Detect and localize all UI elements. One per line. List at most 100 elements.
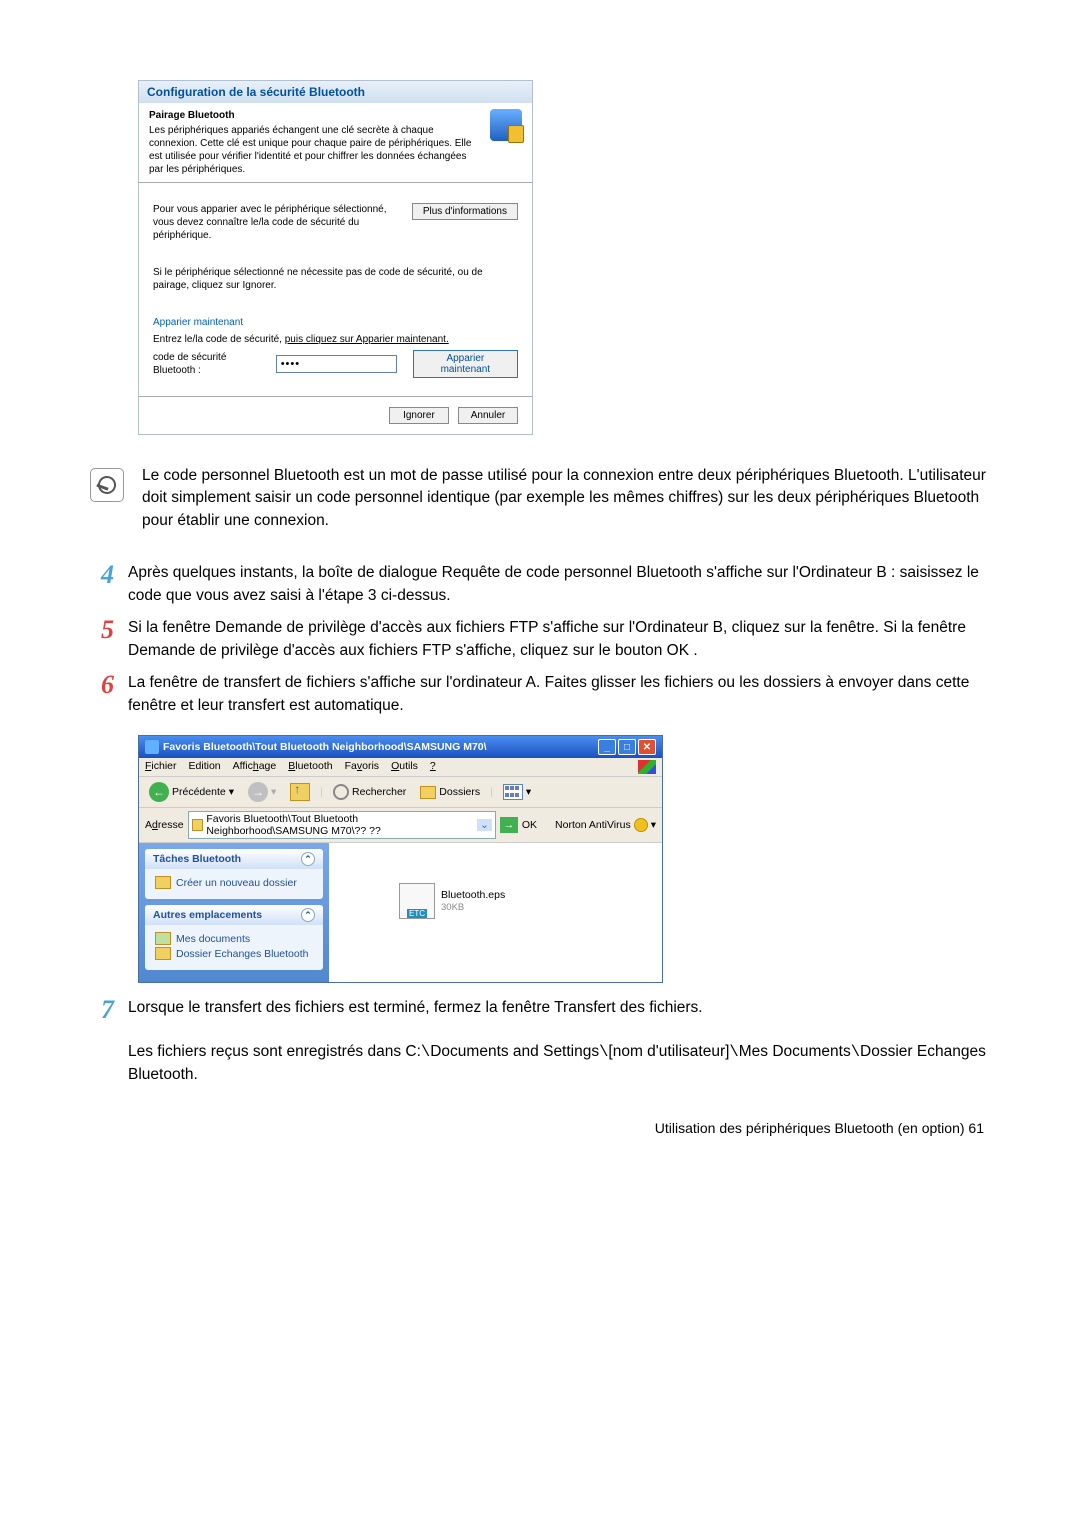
code-label: code de sécurité Bluetooth : <box>153 351 268 377</box>
dropdown-icon: ▾ <box>271 786 276 798</box>
explorer-title-text: Favoris Bluetooth\Tout Bluetooth Neighbo… <box>163 741 487 753</box>
search-label: Rechercher <box>352 786 406 798</box>
skip-button[interactable]: Ignorer <box>389 407 449 424</box>
dialog-header-title: Pairage Bluetooth <box>149 109 482 122</box>
body-text-1: Pour vous apparier avec le périphérique … <box>153 203 402 242</box>
dialog-header-text: Pairage Bluetooth Les périphériques appa… <box>149 109 482 176</box>
bluetooth-exchange-label: Dossier Echanges Bluetooth <box>176 948 309 960</box>
minimize-button[interactable]: _ <box>598 739 616 755</box>
menu-edit[interactable]: Edition <box>189 760 221 774</box>
file-area: ETC Bluetooth.eps 30KB <box>329 843 662 982</box>
note-block: Le code personnel Bluetooth est un mot d… <box>90 465 990 532</box>
my-documents-label: Mes documents <box>176 933 250 945</box>
step-number-5: 5 <box>90 617 114 662</box>
back-label: Précédente <box>172 786 226 798</box>
search-icon <box>333 784 349 800</box>
dialog-body: Pour vous apparier avec le périphérique … <box>139 183 532 396</box>
menu-tools[interactable]: Outils <box>391 760 418 774</box>
code-row: code de sécurité Bluetooth : •••• Appari… <box>153 350 518 378</box>
tasks-panel: Tâches Bluetooth ⌃ Créer un nouveau doss… <box>145 849 323 899</box>
note-icon <box>90 468 124 502</box>
tasks-panel-header[interactable]: Tâches Bluetooth ⌃ <box>145 849 323 869</box>
menu-bluetooth[interactable]: Bluetooth <box>288 760 332 774</box>
menubar: FFichierichier Edition Affichage Bluetoo… <box>139 758 662 777</box>
bluetooth-folder-icon <box>192 819 204 831</box>
go-button[interactable]: → <box>500 817 518 833</box>
up-button[interactable] <box>286 782 314 802</box>
step-5-text: Si la fenêtre Demande de privilège d'acc… <box>128 617 990 662</box>
folders-button[interactable]: Dossiers <box>416 785 484 800</box>
search-button[interactable]: Rechercher <box>329 783 410 801</box>
file-name: Bluetooth.eps <box>441 889 505 902</box>
file-thumbnail: ETC <box>399 883 435 919</box>
file-item[interactable]: ETC Bluetooth.eps 30KB <box>399 883 505 919</box>
folder-icon <box>155 876 171 889</box>
menu-file[interactable]: FFichierichier <box>145 760 177 774</box>
norton-antivirus[interactable]: Norton AntiVirus ▾ <box>555 818 656 832</box>
step-4-text: Après quelques instants, la boîte de dia… <box>128 562 990 607</box>
note-text: Le code personnel Bluetooth est un mot d… <box>142 465 990 532</box>
body-text-2: Si le périphérique sélectionné ne nécess… <box>153 266 518 292</box>
toolbar: ← Précédente ▾ → ▾ | Rechercher Dossiers… <box>139 777 662 808</box>
steps-list: 4 Après quelques instants, la boîte de d… <box>90 562 990 717</box>
ok-label: OK <box>522 819 537 831</box>
pair-now-button[interactable]: Apparier maintenant <box>413 350 518 378</box>
documents-icon <box>155 932 171 945</box>
create-folder-item[interactable]: Créer un nouveau dossier <box>155 876 313 889</box>
create-folder-label: Créer un nouveau dossier <box>176 877 297 889</box>
folder-up-icon <box>290 783 310 801</box>
path-part-a: Les fichiers reçus sont enregistrés dans… <box>128 1043 421 1060</box>
code-instruction: Entrez le/la code de sécurité, puis cliq… <box>153 333 518 346</box>
instruction-text: Entrez le/la code de sécurité, <box>153 334 285 345</box>
instruction-underline: puis cliquez sur Apparier maintenant. <box>285 334 449 345</box>
address-value: Favoris Bluetooth\Tout Bluetooth Neighbo… <box>206 813 474 837</box>
window-controls: _ □ ✕ <box>598 739 656 755</box>
bluetooth-exchange-item[interactable]: Dossier Echanges Bluetooth <box>155 947 313 960</box>
etc-tag: ETC <box>407 909 427 918</box>
dialog-footer: Ignorer Annuler <box>139 396 532 434</box>
maximize-button[interactable]: □ <box>618 739 636 755</box>
file-size: 30KB <box>441 902 505 913</box>
explorer-window: Favoris Bluetooth\Tout Bluetooth Neighbo… <box>138 735 663 983</box>
dropdown-icon: ▾ <box>651 819 656 831</box>
places-panel: Autres emplacements ⌃ Mes documents Doss… <box>145 905 323 970</box>
collapse-icon[interactable]: ⌃ <box>301 852 315 866</box>
dropdown-icon: ▾ <box>526 786 531 798</box>
forward-icon: → <box>248 782 268 802</box>
step-4: 4 Après quelques instants, la boîte de d… <box>90 562 990 607</box>
step-6-text: La fenêtre de transfert de fichiers s'af… <box>128 672 990 717</box>
view-icon <box>503 784 523 800</box>
close-button[interactable]: ✕ <box>638 739 656 755</box>
security-code-input[interactable]: •••• <box>276 355 397 373</box>
pair-now-link[interactable]: Apparier maintenant <box>153 316 518 329</box>
norton-label: Norton AntiVirus <box>555 819 631 831</box>
side-panel: Tâches Bluetooth ⌃ Créer un nouveau doss… <box>139 843 329 982</box>
dropdown-icon[interactable]: ⌄ <box>477 819 492 831</box>
collapse-icon[interactable]: ⌃ <box>301 908 315 922</box>
cancel-button[interactable]: Annuler <box>458 407 518 424</box>
folders-icon <box>420 786 436 799</box>
path-part-b: Documents and Settings <box>430 1043 599 1060</box>
back-button[interactable]: ← Précédente ▾ <box>145 781 238 803</box>
windows-flag-icon <box>638 760 656 774</box>
bluetooth-titlebar-icon <box>145 740 159 754</box>
forward-button[interactable]: → ▾ <box>244 781 280 803</box>
page-footer: Utilisation des périphériques Bluetooth … <box>90 1120 990 1136</box>
path-part-d: Mes Documents <box>739 1043 851 1060</box>
address-input[interactable]: Favoris Bluetooth\Tout Bluetooth Neighbo… <box>188 811 496 839</box>
file-label: Bluetooth.eps 30KB <box>441 889 505 913</box>
step-5: 5 Si la fenêtre Demande de privilège d'a… <box>90 617 990 662</box>
step-number-6: 6 <box>90 672 114 717</box>
dialog-header: Pairage Bluetooth Les périphériques appa… <box>139 103 532 183</box>
folders-label: Dossiers <box>439 786 480 798</box>
view-button[interactable]: ▾ <box>499 783 535 801</box>
step-7-block: 7 Lorsque le transfert des fichiers est … <box>90 997 990 1023</box>
places-panel-header[interactable]: Autres emplacements ⌃ <box>145 905 323 925</box>
menu-favorites[interactable]: Favoris <box>345 760 379 774</box>
menu-help[interactable]: ? <box>430 760 436 774</box>
back-icon: ← <box>149 782 169 802</box>
my-documents-item[interactable]: Mes documents <box>155 932 313 945</box>
tasks-panel-body: Créer un nouveau dossier <box>145 869 323 899</box>
menu-view[interactable]: Affichage <box>233 760 277 774</box>
more-info-button[interactable]: Plus d'informations <box>412 203 518 220</box>
